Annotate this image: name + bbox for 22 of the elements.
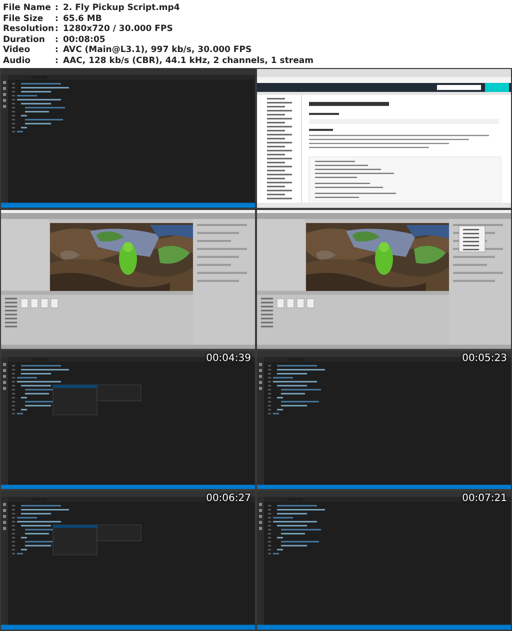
info-label: File Size xyxy=(3,14,44,24)
info-value: AVC (Main@L3.1), 997 kb/s, 30.000 FPS xyxy=(63,45,252,56)
info-value: 2. Fly Pickup Script.mp4 xyxy=(63,3,180,14)
timestamp: 00:05:23 xyxy=(462,354,507,364)
info-label: Video xyxy=(3,45,32,56)
timestamp: 00:06:27 xyxy=(206,494,251,504)
info-separator: : xyxy=(55,34,60,45)
info-separator: : xyxy=(55,14,60,24)
info-label: Resolution xyxy=(3,24,55,34)
info-label: Audio xyxy=(3,56,32,66)
info-value: 65.6 MB xyxy=(63,14,102,24)
timestamp: 00:04:39 xyxy=(206,354,251,364)
info-value: 00:08:05 xyxy=(63,34,106,45)
info-separator: : xyxy=(55,56,60,66)
info-label: Duration xyxy=(3,34,46,45)
info-value: AAC, 128 kb/s (CBR), 44.1 kHz, 2 channels, 1 stream xyxy=(63,56,314,66)
info-value: 1280x720 / 30.000 FPS xyxy=(63,24,173,34)
timestamp: 00:07:21 xyxy=(462,494,507,504)
info-separator: : xyxy=(55,45,60,56)
info-separator: : xyxy=(55,3,60,14)
info-label: File Name xyxy=(3,3,52,14)
info-separator: : xyxy=(55,24,60,34)
